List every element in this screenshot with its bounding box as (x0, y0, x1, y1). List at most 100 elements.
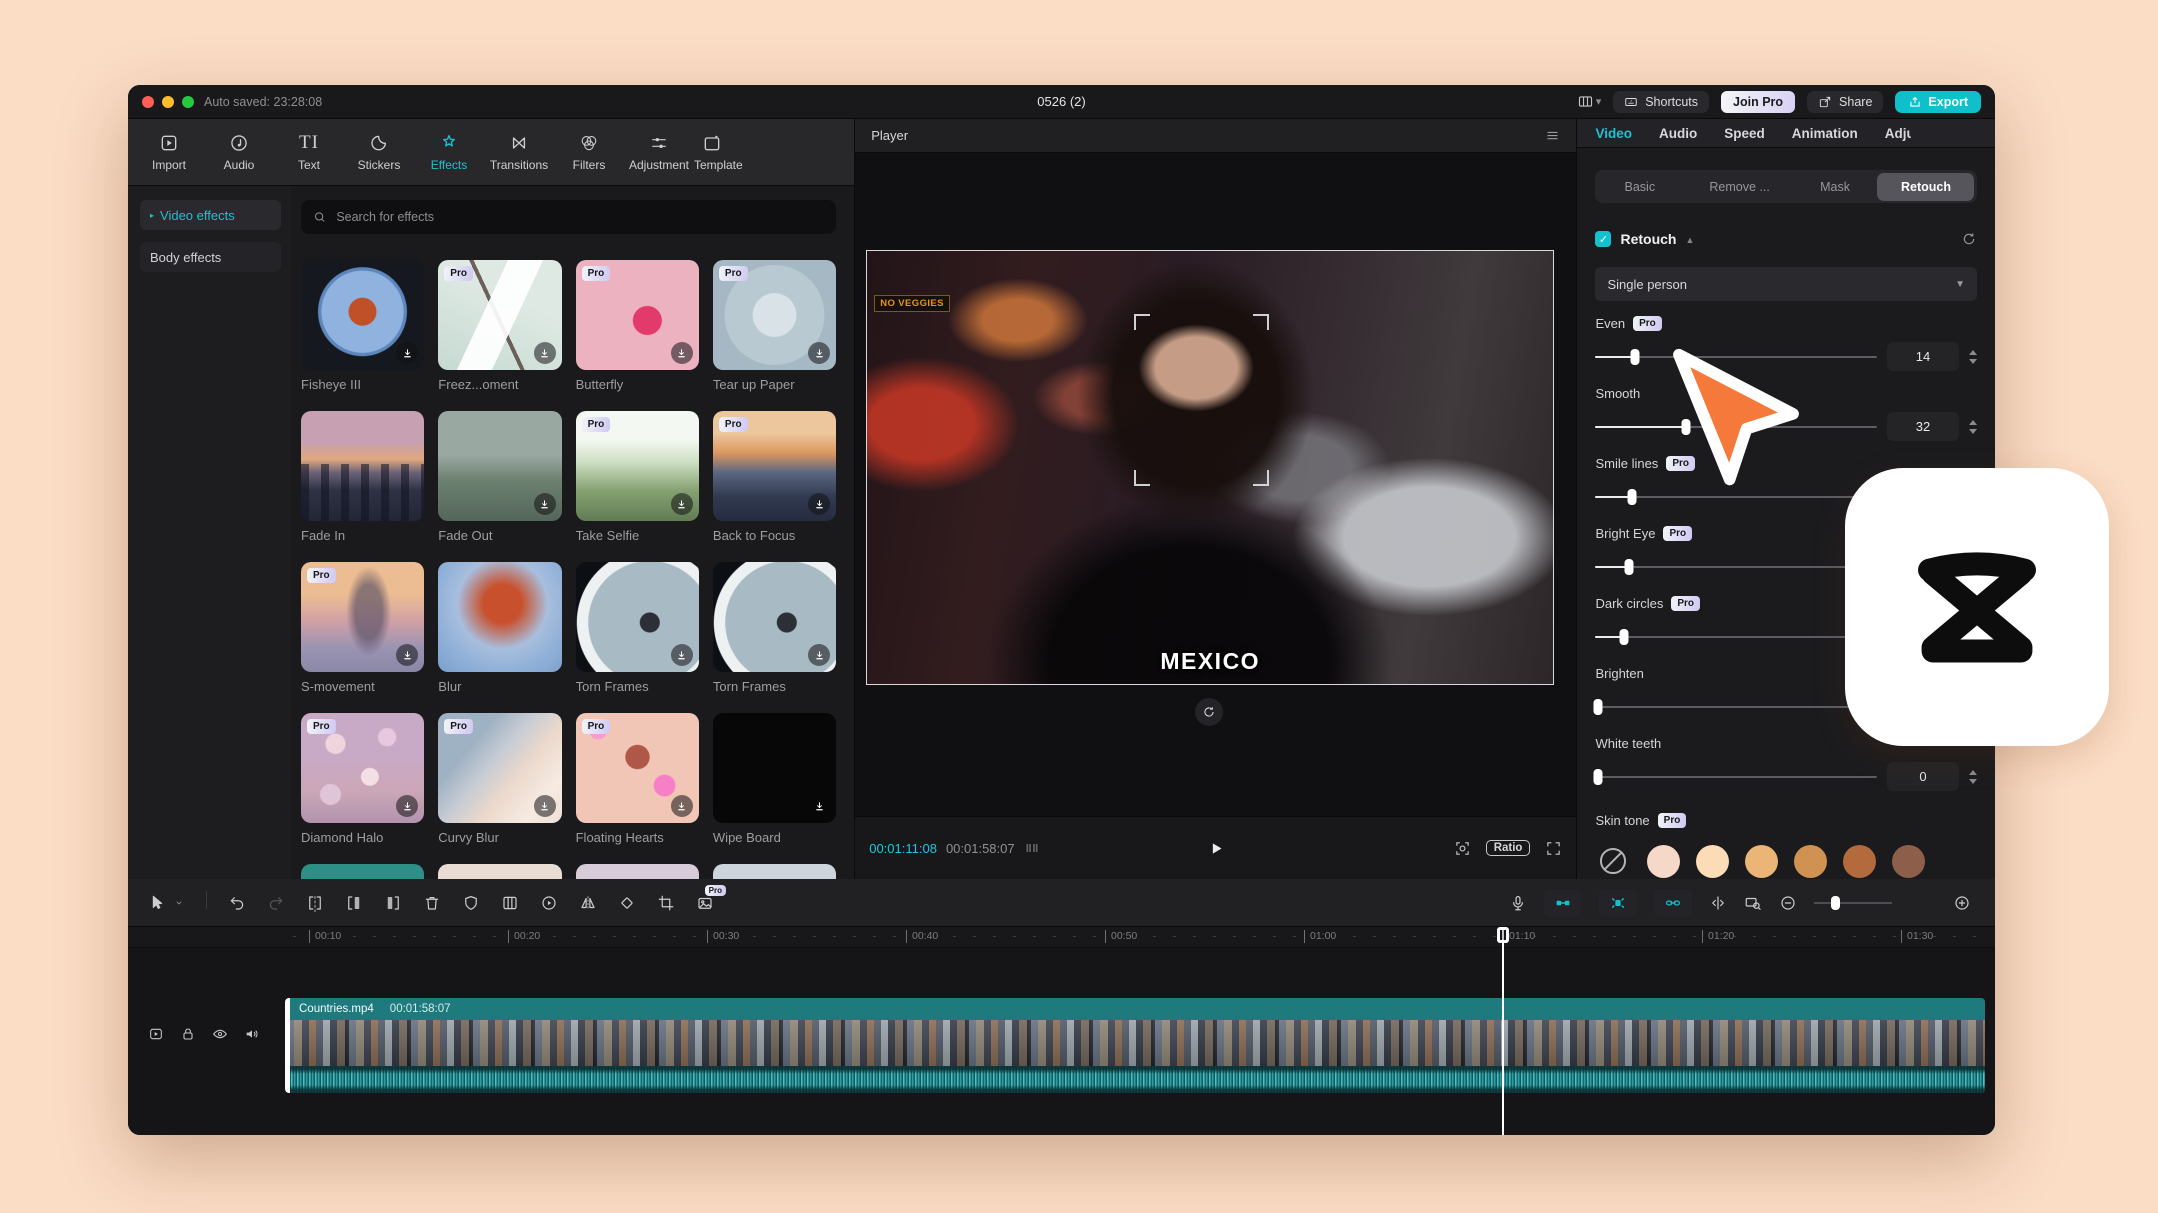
effect-card-partial[interactable] (301, 864, 424, 879)
zoom-slider-handle[interactable] (1831, 896, 1840, 910)
effect-thumbnail[interactable] (576, 562, 699, 672)
tab-animation[interactable]: Animation (1792, 126, 1858, 141)
subtab-remove-[interactable]: Remove ... (1684, 170, 1795, 203)
nav-item-stickers[interactable]: Stickers (344, 132, 414, 172)
download-icon[interactable] (534, 342, 556, 364)
download-icon[interactable] (808, 795, 830, 817)
stepper[interactable] (1969, 350, 1977, 364)
value-input[interactable]: 14 (1887, 342, 1959, 371)
retouch-checkbox[interactable]: ✓ (1595, 231, 1611, 247)
download-icon[interactable] (396, 644, 418, 666)
download-icon[interactable] (534, 795, 556, 817)
shortcuts-button[interactable]: Shortcuts (1613, 91, 1709, 113)
effect-thumbnail[interactable]: Pro (713, 260, 836, 370)
slider-handle[interactable] (1625, 559, 1634, 575)
split-icon[interactable] (306, 894, 324, 912)
split-left-icon[interactable] (345, 894, 363, 912)
export-button[interactable]: Export (1895, 91, 1981, 113)
slider-handle[interactable] (1619, 629, 1628, 645)
effect-thumbnail[interactable]: Pro (301, 562, 424, 672)
video-preview[interactable]: NO VEGGIES MEXICO (866, 250, 1554, 685)
tab-audio[interactable]: Audio (1659, 126, 1697, 141)
chevron-down-icon[interactable] (173, 897, 185, 909)
skin-tone-swatch-2[interactable] (1696, 845, 1729, 878)
zoom-in-icon[interactable] (1953, 894, 1971, 912)
skin-tone-none-icon[interactable] (1595, 843, 1631, 879)
nav-item-import[interactable]: Import (134, 132, 204, 172)
timeline-zoom-slider[interactable] (1814, 896, 1892, 910)
preview-zoom-button[interactable] (1454, 840, 1471, 857)
download-icon[interactable] (671, 493, 693, 515)
collapse-caret-icon[interactable]: ▲ (1685, 235, 1694, 245)
slider[interactable] (1595, 559, 1877, 575)
track-main-icon[interactable] (148, 1026, 164, 1042)
tab-video[interactable]: Video (1595, 126, 1632, 141)
effects-search[interactable] (301, 200, 836, 234)
overlay-icon[interactable] (501, 894, 519, 912)
eye-icon[interactable] (212, 1026, 228, 1042)
effect-thumbnail[interactable] (438, 411, 561, 521)
subtab-basic[interactable]: Basic (1595, 170, 1684, 203)
download-icon[interactable] (671, 795, 693, 817)
effect-card-s-movement[interactable]: ProS-movement (301, 562, 424, 694)
track-columns-icon[interactable] (1024, 840, 1040, 856)
share-button[interactable]: Share (1807, 91, 1883, 113)
close-window-button[interactable] (142, 96, 154, 108)
effect-card-fisheye-iii[interactable]: Fisheye III (301, 260, 424, 392)
rotate-icon[interactable] (618, 894, 636, 912)
category-body-effects[interactable]: Body effects (140, 242, 281, 272)
timeline-ruler[interactable]: 00:1000:2000:3000:4000:5001:0001:1001:20… (128, 927, 1995, 948)
effect-thumbnail[interactable] (713, 713, 836, 823)
zoom-window-button[interactable] (182, 96, 194, 108)
nav-item-text[interactable]: TIText (274, 132, 344, 172)
stepper[interactable] (1969, 770, 1977, 784)
effect-thumbnail[interactable]: Pro (576, 260, 699, 370)
effect-thumbnail[interactable]: Pro (301, 713, 424, 823)
effect-card-curvy-blur[interactable]: ProCurvy Blur (438, 713, 561, 845)
nav-item-transitions[interactable]: Transitions (484, 132, 554, 172)
download-icon[interactable] (396, 342, 418, 364)
effect-thumbnail[interactable] (438, 864, 561, 879)
effect-card-back-to-focus[interactable]: ProBack to Focus (713, 411, 836, 543)
slider[interactable] (1595, 699, 1877, 715)
skin-tone-swatch-3[interactable] (1745, 845, 1778, 878)
zoom-out-icon[interactable] (1779, 894, 1797, 912)
undo-icon[interactable] (228, 894, 246, 912)
value-input[interactable]: 32 (1887, 412, 1959, 441)
value-input[interactable]: 0 (1887, 762, 1959, 791)
effect-thumbnail[interactable] (301, 260, 424, 370)
slider[interactable] (1595, 769, 1877, 785)
effect-thumbnail[interactable] (438, 562, 561, 672)
tab-speed[interactable]: Speed (1724, 126, 1765, 141)
effect-thumbnail[interactable] (301, 411, 424, 521)
nav-item-filters[interactable]: Filters (554, 132, 624, 172)
link-toggle-icon[interactable] (1654, 889, 1692, 917)
download-icon[interactable] (671, 342, 693, 364)
skin-tone-swatch-5[interactable] (1843, 845, 1876, 878)
speed-icon[interactable] (540, 894, 558, 912)
rotate-handle[interactable] (1195, 698, 1223, 726)
minimize-window-button[interactable] (162, 96, 174, 108)
nav-item-adjustment[interactable]: Adjustment (624, 132, 694, 172)
select-tool-icon[interactable] (148, 894, 166, 912)
effect-thumbnail[interactable] (301, 864, 424, 879)
slider-handle[interactable] (1628, 489, 1637, 505)
effect-card-fade-out[interactable]: Fade Out (438, 411, 561, 543)
stepper[interactable] (1969, 420, 1977, 434)
nav-item-audio[interactable]: Audio (204, 132, 274, 172)
download-icon[interactable] (534, 493, 556, 515)
nav-item-template[interactable]: Template (694, 132, 746, 172)
effect-card-freez-oment[interactable]: ProFreez...oment (438, 260, 561, 392)
subtab-mask[interactable]: Mask (1795, 170, 1875, 203)
split-right-icon[interactable] (384, 894, 402, 912)
lock-icon[interactable] (180, 1026, 196, 1042)
effect-thumbnail[interactable] (713, 864, 836, 879)
smart-tool-icon[interactable]: Pro (696, 894, 714, 912)
slider[interactable] (1595, 629, 1877, 645)
player-menu-icon[interactable] (1545, 128, 1560, 143)
playhead[interactable] (1502, 928, 1504, 1135)
crop-icon[interactable] (657, 894, 675, 912)
skin-tone-swatch-4[interactable] (1794, 845, 1827, 878)
skin-tone-swatch-6[interactable] (1892, 845, 1925, 878)
effect-card-tear-up-paper[interactable]: ProTear up Paper (713, 260, 836, 392)
